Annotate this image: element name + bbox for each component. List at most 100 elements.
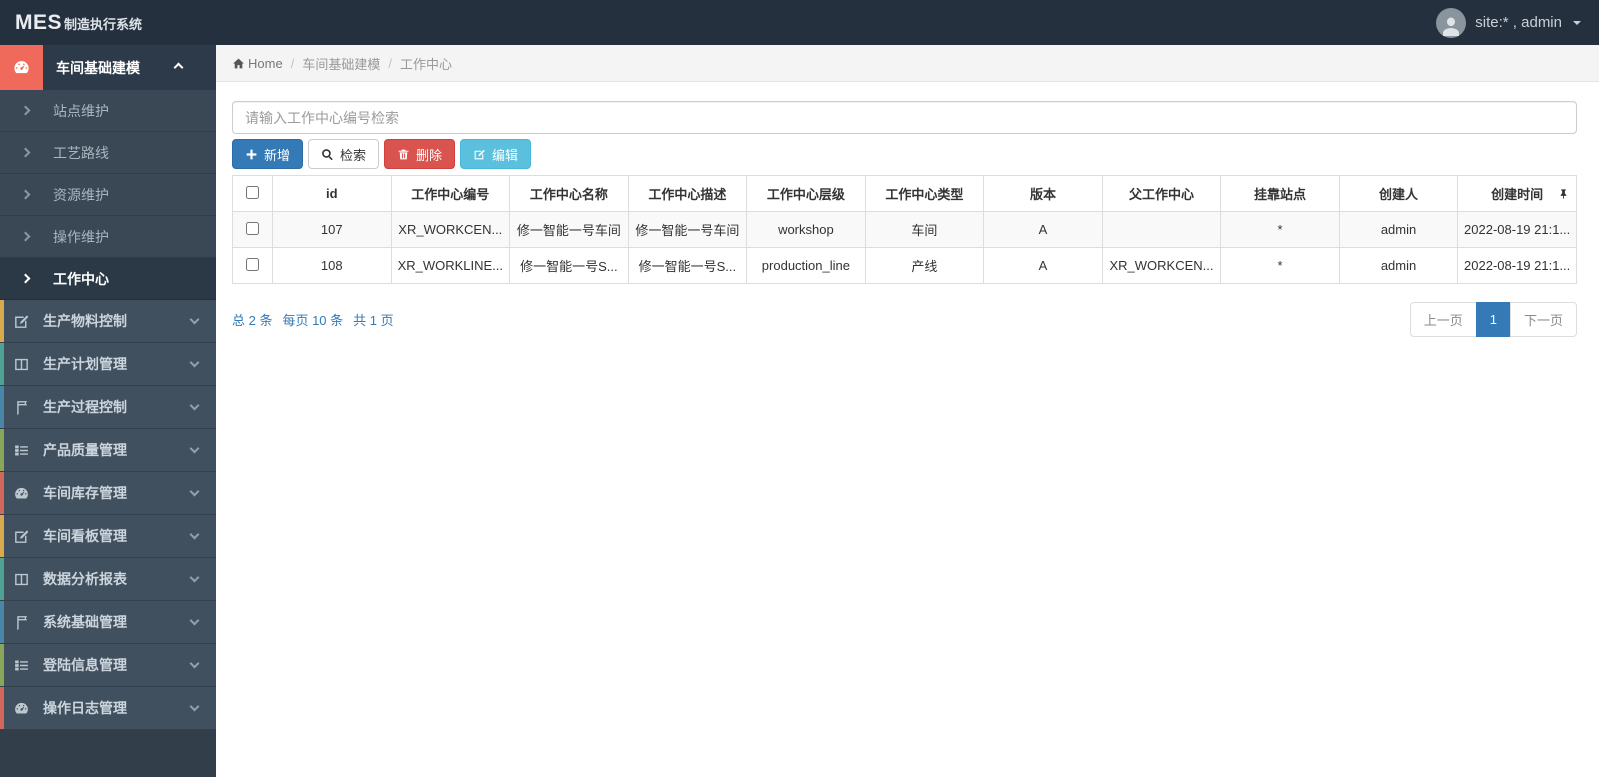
sidebar-subitem-label: 站点维护 xyxy=(53,102,109,119)
sidebar-item-label: 生产计划管理 xyxy=(43,356,127,372)
sidebar-item-data-analysis-report[interactable]: 数据分析报表 xyxy=(0,558,216,601)
breadcrumb-separator: / xyxy=(388,55,392,71)
cell-name: 修一智能一号车间 xyxy=(509,211,629,248)
chevron-down-icon xyxy=(189,400,200,411)
table-row[interactable]: 107 XR_WORKCEN... 修一智能一号车间 修一智能一号车间 work… xyxy=(232,211,1577,248)
breadcrumb: Home / 车间基础建模 / 工作中心 xyxy=(216,45,1599,82)
sidebar-item-work-center[interactable]: 工作中心 xyxy=(0,258,216,300)
sidebar-item-label: 车间库存管理 xyxy=(43,485,127,501)
color-strip xyxy=(0,644,4,686)
sidebar-subitem-label: 资源维护 xyxy=(53,186,109,203)
breadcrumb-separator: / xyxy=(290,55,295,71)
cell-code: XR_WORKLINE... xyxy=(390,247,511,284)
edit-icon xyxy=(474,149,485,159)
search-icon xyxy=(322,148,333,160)
sidebar-item-resource-maintenance[interactable]: 资源维护 xyxy=(0,174,216,216)
sidebar-item-station-maintenance[interactable]: 站点维护 xyxy=(0,90,216,132)
sidebar-item-production-material-control[interactable]: 生产物料控制 xyxy=(0,300,216,343)
edit-button[interactable]: 编辑 xyxy=(460,139,532,169)
user-menu[interactable]: site:* , admin xyxy=(1436,7,1599,38)
color-strip xyxy=(0,386,4,428)
chevron-down-icon xyxy=(189,443,200,454)
color-strip xyxy=(0,601,4,643)
column-header-version[interactable]: 版本 xyxy=(983,175,1103,212)
next-page-button[interactable]: 下一页 xyxy=(1509,302,1577,337)
column-header-created[interactable]: 创建时间 xyxy=(1457,175,1577,212)
sidebar-item-system-basic-management[interactable]: 系统基础管理 xyxy=(0,601,216,644)
column-header-parent[interactable]: 父工作中心 xyxy=(1101,175,1222,212)
sidebar-item-production-plan-management[interactable]: 生产计划管理 xyxy=(0,343,216,386)
home-icon xyxy=(233,58,244,68)
cell-parent: XR_WORKCEN... xyxy=(1101,247,1222,284)
add-button[interactable]: 新增 xyxy=(232,139,304,169)
pin-icon[interactable] xyxy=(1558,188,1569,199)
sidebar-item-workshop-inventory-management[interactable]: 车间库存管理 xyxy=(0,472,216,515)
tachometer-icon xyxy=(0,700,43,717)
delete-button[interactable]: 删除 xyxy=(384,139,456,169)
delete-button-label: 删除 xyxy=(416,147,443,163)
pagination-total[interactable]: 总 2 条 xyxy=(232,310,272,329)
column-header-name[interactable]: 工作中心名称 xyxy=(509,175,629,212)
sidebar-item-label: 产品质量管理 xyxy=(43,442,127,458)
prev-page-button[interactable]: 上一页 xyxy=(1409,302,1477,337)
user-avatar xyxy=(1436,7,1467,38)
cell-desc: 修一智能一号车间 xyxy=(627,211,748,248)
chevron-right-icon xyxy=(20,231,31,242)
sidebar-item-label: 数据分析报表 xyxy=(43,571,127,587)
user-icon xyxy=(1443,17,1460,36)
list-icon xyxy=(0,657,43,674)
page-1-button[interactable]: 1 xyxy=(1475,302,1511,337)
column-header-creator[interactable]: 创建人 xyxy=(1338,175,1459,212)
search-input[interactable] xyxy=(232,101,1577,134)
table-row[interactable]: 108 XR_WORKLINE... 修一智能一号S... 修一智能一号S...… xyxy=(232,247,1577,284)
cell-type: 车间 xyxy=(864,211,985,248)
column-header-desc[interactable]: 工作中心描述 xyxy=(627,175,748,212)
sidebar-item-operation-maintenance[interactable]: 操作维护 xyxy=(0,216,216,258)
chevron-down-icon xyxy=(189,615,200,626)
cell-id: 107 xyxy=(272,211,392,248)
sidebar-item-process-route[interactable]: 工艺路线 xyxy=(0,132,216,174)
row-checkbox[interactable] xyxy=(246,221,259,235)
sidebar-item-label: 登陆信息管理 xyxy=(43,657,127,673)
chevron-down-icon xyxy=(189,658,200,669)
column-header-created-label: 创建时间 xyxy=(1491,187,1544,202)
sidebar-item-product-quality-management[interactable]: 产品质量管理 xyxy=(0,429,216,472)
cell-creator: admin xyxy=(1338,211,1459,248)
cell-name: 修一智能一号S... xyxy=(509,247,629,284)
add-button-label: 新增 xyxy=(264,147,291,163)
pagination-page-count[interactable]: 共 1 页 xyxy=(353,310,393,329)
cell-creator: admin xyxy=(1338,247,1459,284)
column-header-code[interactable]: 工作中心编号 xyxy=(390,175,511,212)
breadcrumb-home-link[interactable]: Home xyxy=(232,56,283,71)
list-icon xyxy=(0,442,43,459)
column-header-id[interactable]: id xyxy=(272,175,392,212)
cell-code: XR_WORKCEN... xyxy=(390,211,511,248)
breadcrumb-level1[interactable]: 车间基础建模 xyxy=(302,54,380,73)
color-strip xyxy=(0,515,4,557)
cell-id: 108 xyxy=(272,247,392,284)
content-panel: 新增 检索 删除 编辑 id 工作中心编号 工作中 xyxy=(216,82,1599,337)
columns-icon xyxy=(0,571,43,588)
sidebar-item-operation-log-management[interactable]: 操作日志管理 xyxy=(0,687,216,730)
pencil-square-icon xyxy=(0,313,43,330)
column-header-type[interactable]: 工作中心类型 xyxy=(864,175,985,212)
sidebar-item-production-process-control[interactable]: 生产过程控制 xyxy=(0,386,216,429)
work-center-table: id 工作中心编号 工作中心名称 工作中心描述 工作中心层级 工作中心类型 版本… xyxy=(232,175,1577,284)
pagination-per-page[interactable]: 每页 10 条 xyxy=(282,310,343,329)
chevron-down-icon xyxy=(189,529,200,540)
breadcrumb-level2: 工作中心 xyxy=(399,56,452,72)
chevron-right-icon xyxy=(20,189,31,200)
color-strip xyxy=(0,429,4,471)
sidebar-item-login-info-management[interactable]: 登陆信息管理 xyxy=(0,644,216,687)
cell-station: * xyxy=(1220,211,1340,248)
select-all-checkbox[interactable] xyxy=(246,185,259,199)
table-header-row: id 工作中心编号 工作中心名称 工作中心描述 工作中心层级 工作中心类型 版本… xyxy=(232,175,1577,212)
column-header-station[interactable]: 挂靠站点 xyxy=(1220,175,1340,212)
sidebar-item-workshop-basic-modeling[interactable]: 车间基础建模 xyxy=(0,45,216,90)
search-button[interactable]: 检索 xyxy=(308,139,380,169)
sidebar: 车间基础建模 站点维护 工艺路线 资源维护 操作维护 工作中心 生产物料控制 生… xyxy=(0,45,216,777)
sidebar-item-workshop-kanban-management[interactable]: 车间看板管理 xyxy=(0,515,216,558)
column-header-level[interactable]: 工作中心层级 xyxy=(746,175,866,212)
sidebar-subitem-label: 工艺路线 xyxy=(53,144,109,161)
row-checkbox[interactable] xyxy=(246,257,259,271)
